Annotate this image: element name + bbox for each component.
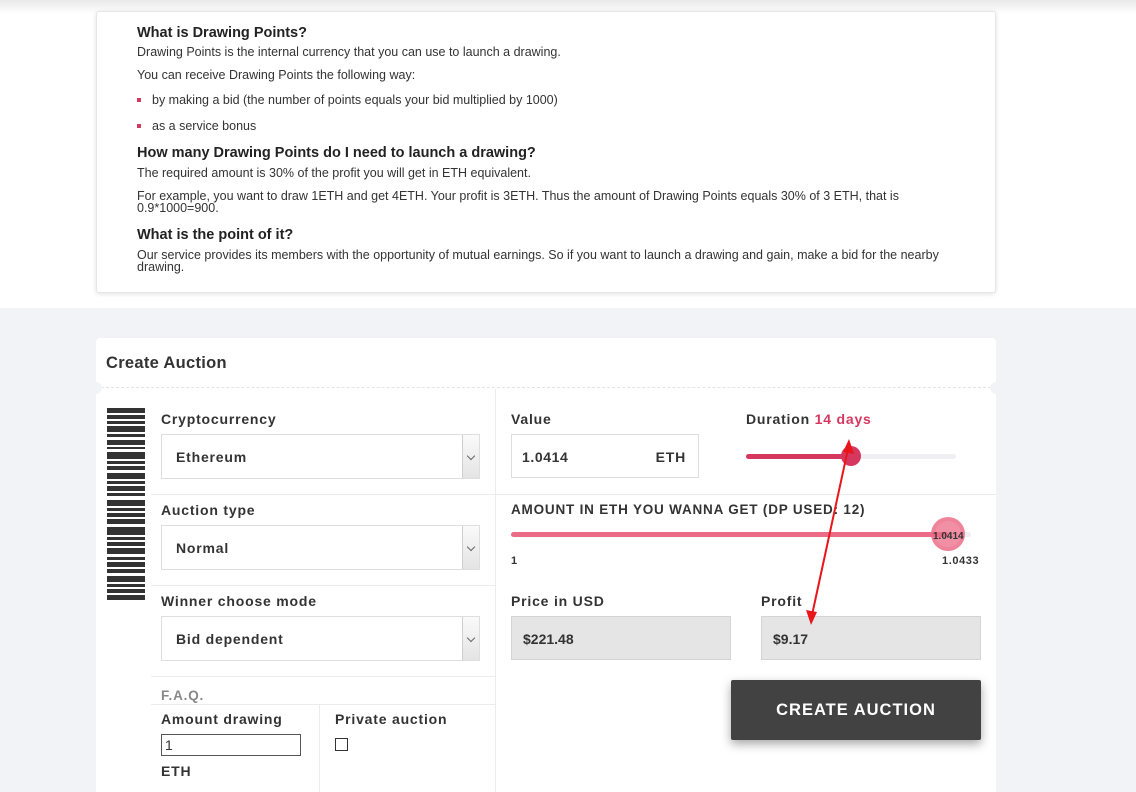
cryptocurrency-label: Cryptocurrency — [161, 411, 277, 427]
faq-bullet-item: by making a bid (the number of points eq… — [137, 93, 971, 107]
create-auction-button[interactable]: CREATE AUCTION — [731, 680, 981, 740]
faq-card: What is Drawing Points? Drawing Points i… — [96, 11, 996, 293]
barcode-bar — [107, 584, 145, 587]
cryptocurrency-select[interactable]: Ethereum — [161, 434, 480, 479]
faq-question-1: What is Drawing Points? — [137, 25, 307, 41]
faq-bullet-item: as a service bonus — [137, 119, 971, 133]
barcode-bar — [107, 493, 145, 496]
barcode-bar — [107, 537, 145, 540]
barcode-bar — [107, 562, 145, 567]
barcode-bar — [107, 461, 145, 464]
cryptocurrency-selected: Ethereum — [176, 449, 247, 465]
barcode-bar — [107, 466, 145, 470]
faq-answer-2-line-1: The required amount is 30% of the profit… — [137, 166, 531, 180]
barcode-bar — [107, 589, 145, 593]
barcode-bar — [107, 447, 145, 449]
barcode-bar — [107, 576, 145, 582]
winner-mode-select[interactable]: Bid dependent — [161, 616, 480, 661]
ticket-notch-right — [990, 382, 1002, 394]
duration-slider-fill — [746, 454, 851, 459]
barcode-bar — [107, 542, 145, 546]
auction-type-label: Auction type — [161, 502, 256, 518]
faq-answer-1-line-1: Drawing Points is the internal currency … — [137, 45, 561, 59]
amount-get-min: 1 — [511, 555, 518, 567]
duration-label: Duration 14 days — [746, 411, 872, 427]
barcode-bar — [107, 513, 145, 517]
auction-header: Create Auction — [96, 338, 996, 388]
value-amount: 1.0414 — [522, 449, 569, 465]
row-divider — [496, 494, 996, 495]
barcode-bar — [107, 415, 145, 419]
barcode-bar — [107, 434, 145, 437]
barcode-bar — [107, 569, 145, 573]
barcode-bar — [107, 519, 145, 524]
value-label: Value — [511, 411, 552, 427]
winner-mode-label: Winner choose mode — [161, 593, 317, 609]
duration-label-text: Duration — [746, 411, 810, 427]
faq-answer-2-line-2: For example, you want to draw 1ETH and g… — [137, 189, 899, 215]
faq-question-3: What is the point of it? — [137, 227, 294, 243]
barcode-bar — [107, 595, 145, 600]
barcode-graphic — [107, 408, 147, 778]
price-usd-label: Price in USD — [511, 593, 605, 609]
amount-get-label: AMOUNT IN ETH YOU WANNA GET (DP USED: 12… — [511, 502, 866, 517]
chevron-down-icon[interactable] — [462, 435, 479, 478]
duration-slider-track[interactable] — [746, 446, 956, 466]
barcode-bar — [107, 440, 145, 445]
value-field[interactable]: 1.0414 ETH — [511, 434, 699, 478]
column-divider — [495, 389, 496, 792]
amount-unit-label: ETH — [161, 763, 192, 779]
private-auction-checkbox[interactable] — [335, 738, 348, 751]
amount-get-current-value: 1.0414 — [933, 531, 964, 542]
chevron-down-icon[interactable] — [462, 617, 479, 660]
amount-get-slider-track[interactable]: 1.0414 — [511, 517, 971, 551]
barcode-bar — [107, 408, 145, 413]
barcode-bar — [107, 500, 145, 506]
chevron-down-icon[interactable] — [462, 526, 479, 569]
amount-drawing-input[interactable]: 1 — [161, 734, 301, 756]
profit-field: $9.17 — [761, 616, 981, 660]
faq-answer-3-line-1: Our service provides its members with th… — [137, 248, 939, 274]
barcode-bar — [107, 486, 145, 491]
price-usd-value: $221.48 — [523, 631, 574, 647]
barcode-bar — [107, 426, 145, 432]
amount-get-max: 1.0433 — [942, 555, 980, 567]
faq-question-2: How many Drawing Points do I need to lau… — [137, 145, 536, 161]
barcode-bar — [107, 548, 145, 554]
column-divider — [319, 704, 320, 792]
duration-slider-handle[interactable] — [841, 446, 861, 466]
auction-type-select[interactable]: Normal — [161, 525, 480, 570]
row-divider — [151, 585, 495, 586]
row-divider — [151, 494, 495, 495]
faq-link[interactable]: F.A.Q. — [161, 688, 204, 703]
faq-bullet-list: by making a bid (the number of points eq… — [137, 93, 971, 133]
amount-get-slider-fill — [511, 532, 948, 537]
price-usd-field: $221.48 — [511, 616, 731, 660]
barcode-bar — [107, 508, 145, 511]
profit-value: $9.17 — [773, 631, 809, 647]
barcode-bar — [107, 421, 145, 424]
ticket-notch-left — [90, 382, 102, 394]
barcode-bar — [107, 557, 145, 560]
value-unit: ETH — [655, 449, 686, 465]
duration-value: 14 days — [814, 411, 872, 427]
barcode-bar — [107, 452, 145, 459]
auction-type-selected: Normal — [176, 540, 230, 556]
amount-get-slider-handle[interactable]: 1.0414 — [931, 517, 965, 551]
faq-answer-1-line-2: You can receive Drawing Points the follo… — [137, 68, 416, 82]
auction-title: Create Auction — [106, 354, 227, 372]
private-auction-label: Private auction — [335, 711, 448, 727]
barcode-bar — [107, 481, 145, 484]
profit-label: Profit — [761, 593, 803, 609]
barcode-bar — [107, 473, 145, 479]
row-divider — [151, 676, 495, 677]
winner-mode-selected: Bid dependent — [176, 631, 284, 647]
row-divider — [151, 704, 495, 705]
create-auction-card: Create Auction Cryptocurrency Ethereum A… — [90, 338, 1002, 792]
amount-drawing-label: Amount drawing — [161, 711, 283, 727]
barcode-bar — [107, 527, 145, 535]
